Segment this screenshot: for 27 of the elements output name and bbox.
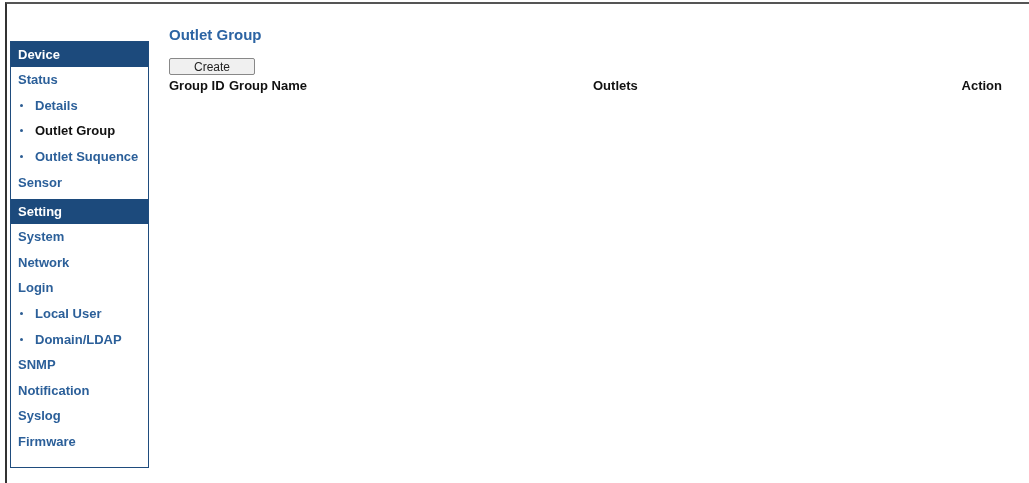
nav-link[interactable]: Outlet Suquence	[35, 149, 139, 165]
nav-link[interactable]: Local User	[35, 306, 102, 322]
column-header: Outlets	[593, 78, 639, 93]
nav-link[interactable]: Notification	[18, 382, 90, 398]
nav-link[interactable]: Status	[18, 72, 58, 88]
column-header: Action	[961, 78, 1002, 93]
page-title: Outlet Group	[169, 26, 263, 44]
bullet-icon	[20, 129, 23, 133]
nav-link[interactable]: SNMP	[18, 357, 56, 373]
bullet-icon	[20, 337, 23, 341]
nav-link[interactable]: Details	[35, 97, 78, 113]
nav-link[interactable]: Syslog	[18, 408, 61, 424]
nav-link[interactable]: System	[18, 229, 65, 245]
nav-link[interactable]: Outlet Group	[35, 123, 116, 139]
nav-link[interactable]: Login	[18, 280, 54, 296]
bullet-icon	[20, 155, 23, 159]
bullet-icon	[20, 312, 23, 316]
column-header: Group Name	[229, 78, 308, 93]
nav-link[interactable]: Network	[18, 254, 70, 270]
nav-link[interactable]: Firmware	[18, 434, 76, 449]
column-header: Group ID	[169, 78, 226, 93]
section-header: Setting	[11, 198, 148, 224]
nav-link[interactable]: Sensor	[18, 174, 63, 190]
bullet-icon	[20, 103, 23, 107]
nav-link[interactable]: Domain/LDAP	[35, 331, 122, 347]
create-button[interactable]: Create	[169, 58, 255, 75]
section-header: Device	[11, 42, 148, 67]
